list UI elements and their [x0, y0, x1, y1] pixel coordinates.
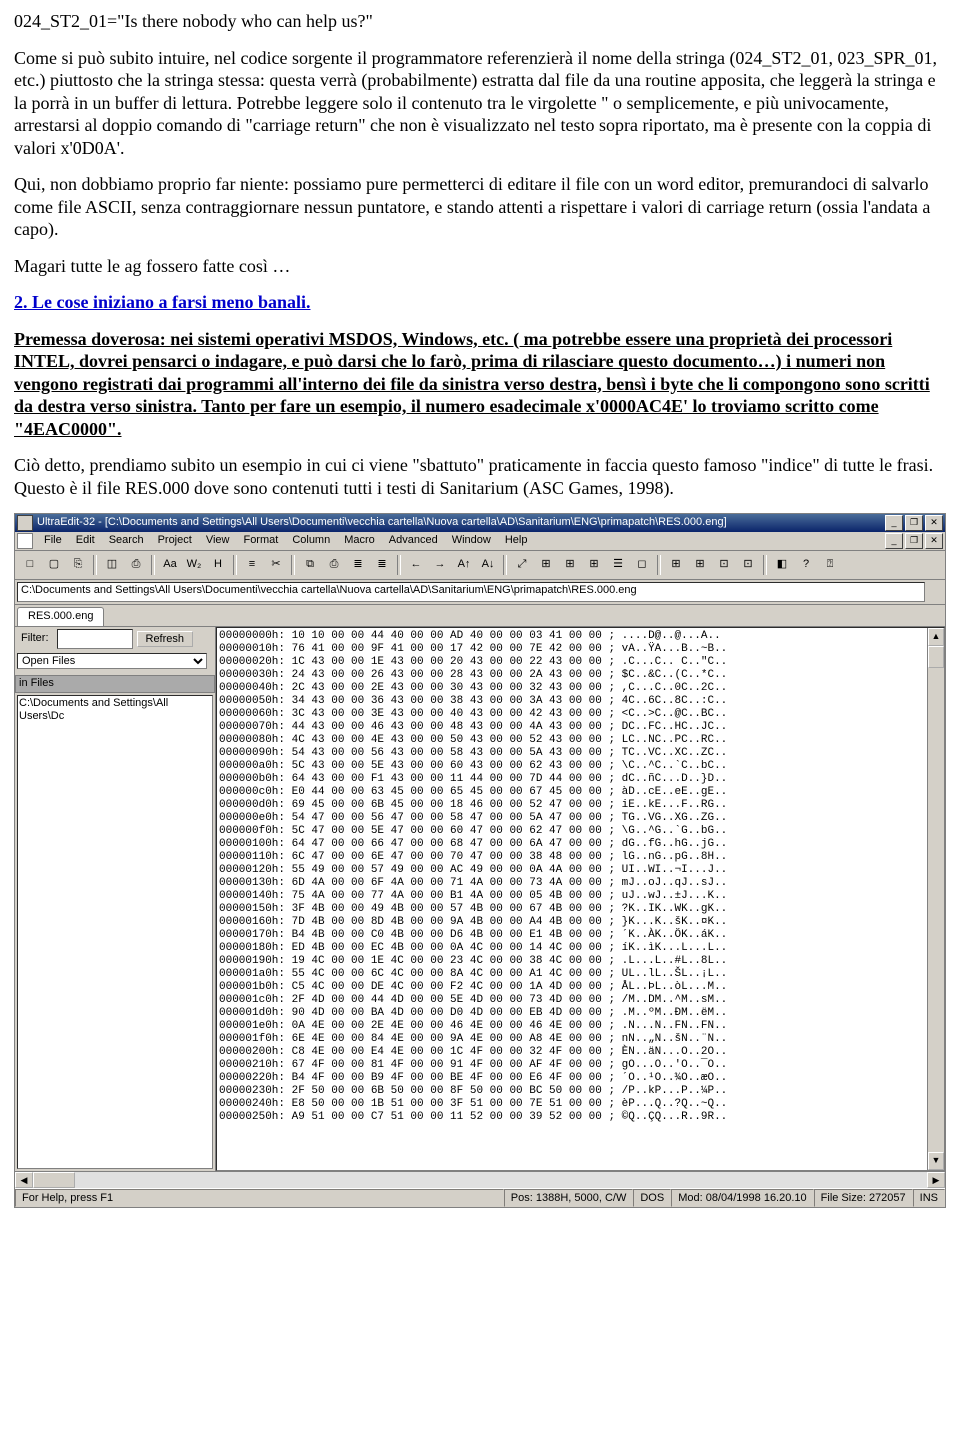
- status-bar: For Help, press F1 Pos: 1388H, 5000, C/W…: [15, 1188, 945, 1207]
- toolbar-button-28[interactable]: ◧: [771, 554, 793, 576]
- app-icon: [17, 515, 33, 531]
- status-help: For Help, press F1: [15, 1189, 504, 1207]
- path-bar: C:\Documents and Settings\All Users\Docu…: [15, 580, 945, 605]
- horizontal-scrollbar[interactable]: ◀ ▶: [15, 1171, 945, 1188]
- file-tree-item[interactable]: C:\Documents and Settings\All Users\Dc: [19, 697, 211, 725]
- window-titlebar[interactable]: UltraEdit-32 - [C:\Documents and Setting…: [15, 514, 945, 532]
- ultraedit-window: UltraEdit-32 - [C:\Documents and Setting…: [14, 513, 946, 1208]
- toolbar-button-26[interactable]: ⊡: [713, 554, 735, 576]
- toolbar: □▢⎘◫⎙AaW₂H≡✂⧉⎙≣≣←→A↑A↓⤢⊞⊞⊞☰◻⊞⊞⊡⊡◧?⍰: [15, 551, 945, 580]
- toolbar-button-14[interactable]: ←: [405, 554, 427, 576]
- open-files-dropdown[interactable]: Open Files: [17, 653, 207, 669]
- status-size: File Size: 272057: [814, 1189, 913, 1207]
- status-dos: DOS: [633, 1189, 671, 1207]
- menu-column[interactable]: Column: [285, 532, 337, 548]
- menu-bar: FileEditSearchProjectViewFormatColumnMac…: [15, 532, 945, 551]
- menu-help[interactable]: Help: [498, 532, 535, 548]
- mdi-restore-button[interactable]: ❐: [905, 533, 923, 549]
- side-panel: Filter: Refresh Open Files in Files C:\D…: [15, 627, 216, 1171]
- minimize-button[interactable]: _: [885, 515, 903, 531]
- scroll-left-arrow[interactable]: ◀: [15, 1172, 33, 1188]
- filter-label: Filter:: [17, 630, 53, 648]
- document-tab-bar: RES.000.eng: [15, 605, 945, 627]
- status-pos: Pos: 1388H, 5000, C/W: [504, 1189, 634, 1207]
- mdi-icon[interactable]: [17, 533, 33, 549]
- toolbar-button-17[interactable]: A↓: [477, 554, 499, 576]
- toolbar-button-29[interactable]: ?: [795, 554, 817, 576]
- toolbar-button-27[interactable]: ⊡: [737, 554, 759, 576]
- menu-file[interactable]: File: [37, 532, 69, 548]
- hscroll-thumb[interactable]: [33, 1172, 75, 1188]
- window-title-text: UltraEdit-32 - [C:\Documents and Setting…: [37, 516, 727, 530]
- toolbar-button-13[interactable]: ≣: [371, 554, 393, 576]
- menu-project[interactable]: Project: [151, 532, 199, 548]
- paragraph-closing-1: Ciò detto, prendiamo subito un esempio i…: [14, 455, 933, 475]
- toolbar-button-19[interactable]: ⊞: [535, 554, 557, 576]
- menu-view[interactable]: View: [199, 532, 237, 548]
- toolbar-button-0[interactable]: □: [19, 554, 41, 576]
- toolbar-button-7[interactable]: H: [207, 554, 229, 576]
- in-files-header: in Files: [15, 675, 215, 693]
- mdi-close-button[interactable]: ✕: [925, 533, 943, 549]
- toolbar-button-6[interactable]: W₂: [183, 554, 205, 576]
- document-tab[interactable]: RES.000.eng: [17, 607, 104, 626]
- toolbar-button-1[interactable]: ▢: [43, 554, 65, 576]
- toolbar-button-8[interactable]: ≡: [241, 554, 263, 576]
- hex-content[interactable]: 00000000h: 10 10 00 00 44 40 00 00 AD 40…: [217, 628, 944, 1126]
- file-path-field[interactable]: C:\Documents and Settings\All Users\Docu…: [17, 582, 925, 602]
- toolbar-button-9[interactable]: ✂: [265, 554, 287, 576]
- hex-editor-area[interactable]: 00000000h: 10 10 00 00 44 40 00 00 AD 40…: [216, 627, 945, 1171]
- menu-window[interactable]: Window: [445, 532, 498, 548]
- paragraph-code-line: 024_ST2_01="Is there nobody who can help…: [14, 10, 946, 33]
- toolbar-button-12[interactable]: ≣: [347, 554, 369, 576]
- toolbar-button-23[interactable]: ◻: [631, 554, 653, 576]
- menu-edit[interactable]: Edit: [69, 532, 102, 548]
- paragraph-intro: Come si può subito intuire, nel codice s…: [14, 47, 946, 160]
- restore-button[interactable]: ❐: [905, 515, 923, 531]
- toolbar-button-30[interactable]: ⍰: [819, 554, 841, 576]
- toolbar-button-10[interactable]: ⧉: [299, 554, 321, 576]
- scroll-down-arrow[interactable]: ▼: [928, 1152, 944, 1170]
- toolbar-button-20[interactable]: ⊞: [559, 554, 581, 576]
- close-button[interactable]: ✕: [925, 515, 943, 531]
- toolbar-button-5[interactable]: Aa: [159, 554, 181, 576]
- toolbar-button-4[interactable]: ⎙: [125, 554, 147, 576]
- toolbar-button-2[interactable]: ⎘: [67, 554, 89, 576]
- menu-format[interactable]: Format: [236, 532, 285, 548]
- refresh-button[interactable]: Refresh: [137, 631, 194, 647]
- toolbar-button-18[interactable]: ⤢: [511, 554, 533, 576]
- toolbar-button-11[interactable]: ⎙: [323, 554, 345, 576]
- paragraph-closing-2: Questo è il file RES.000 dove sono conte…: [14, 478, 674, 498]
- vertical-scrollbar[interactable]: ▲ ▼: [927, 628, 944, 1170]
- paragraph-advice: Qui, non dobbiamo proprio far niente: po…: [14, 173, 946, 241]
- toolbar-button-21[interactable]: ⊞: [583, 554, 605, 576]
- status-mod: Mod: 08/04/1998 16.20.10: [671, 1189, 813, 1207]
- paragraph-exclaim: Magari tutte le ag fossero fatte così …: [14, 255, 946, 278]
- toolbar-button-22[interactable]: ☰: [607, 554, 629, 576]
- mdi-minimize-button[interactable]: _: [885, 533, 903, 549]
- toolbar-button-24[interactable]: ⊞: [665, 554, 687, 576]
- scroll-thumb[interactable]: [928, 646, 944, 668]
- menu-search[interactable]: Search: [102, 532, 151, 548]
- filter-input[interactable]: [57, 629, 133, 649]
- file-tree[interactable]: C:\Documents and Settings\All Users\Dc: [17, 695, 213, 1169]
- menu-advanced[interactable]: Advanced: [382, 532, 445, 548]
- paragraph-premise-bold: Premessa doverosa: nei sistemi operativi…: [14, 328, 946, 441]
- toolbar-button-3[interactable]: ◫: [101, 554, 123, 576]
- scroll-right-arrow[interactable]: ▶: [927, 1172, 945, 1188]
- toolbar-button-25[interactable]: ⊞: [689, 554, 711, 576]
- toolbar-button-16[interactable]: A↑: [453, 554, 475, 576]
- status-ins: INS: [913, 1189, 945, 1207]
- section-2-heading-link[interactable]: 2. Le cose iniziano a farsi meno banali.: [14, 292, 311, 312]
- scroll-up-arrow[interactable]: ▲: [928, 628, 944, 646]
- menu-macro[interactable]: Macro: [337, 532, 382, 548]
- toolbar-button-15[interactable]: →: [429, 554, 451, 576]
